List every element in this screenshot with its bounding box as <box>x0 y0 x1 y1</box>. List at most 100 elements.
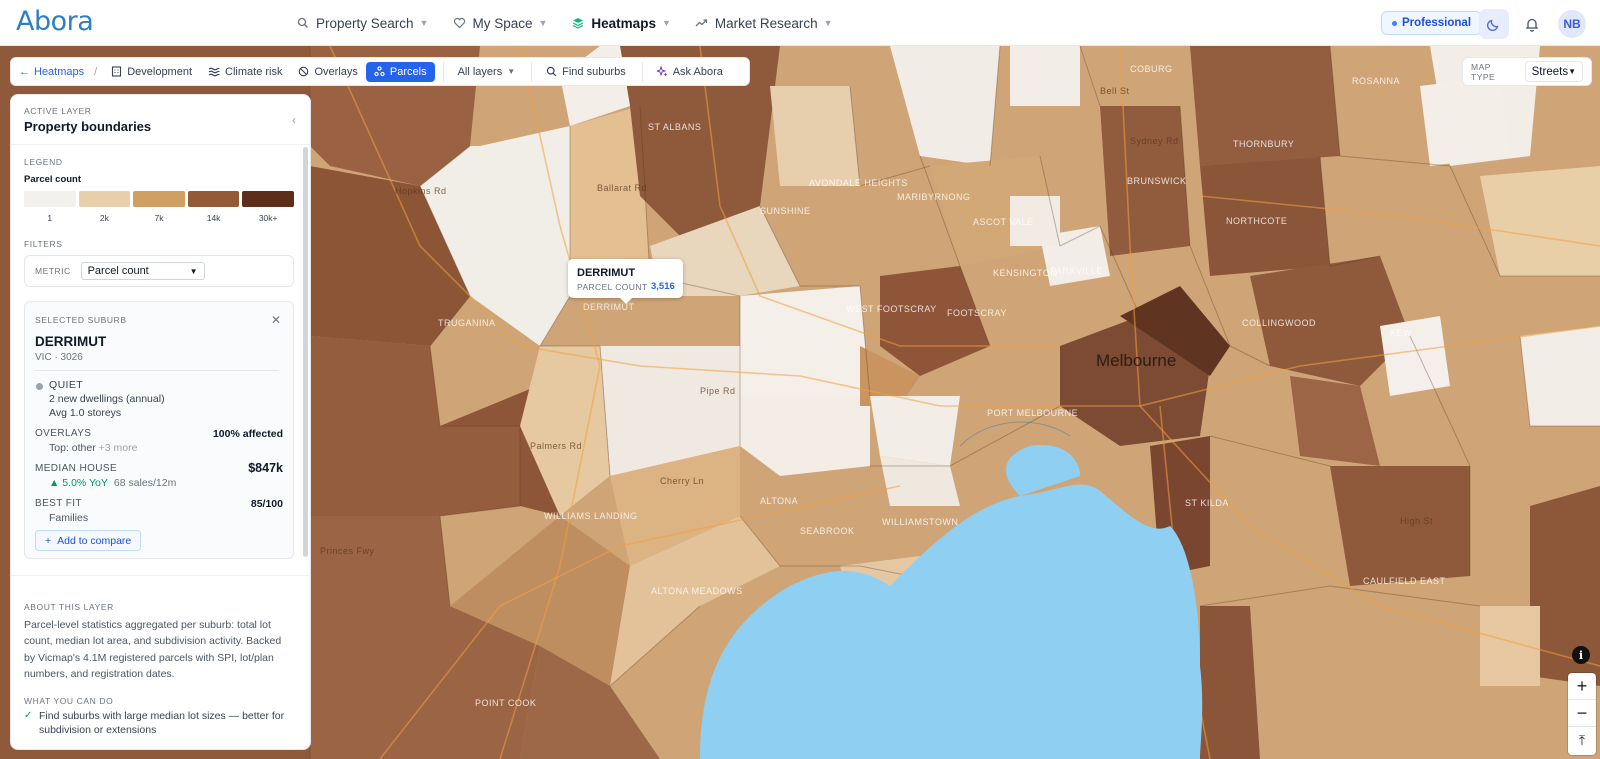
place-label: KEW <box>1390 328 1413 338</box>
place-label: PORT MELBOURNE <box>987 408 1079 418</box>
legend-swatch <box>242 191 294 207</box>
chevron-down-icon: ▼ <box>189 266 198 276</box>
nav-heatmaps[interactable]: Heatmaps ▼ <box>571 15 671 31</box>
best-fit-audience: Families <box>49 512 89 524</box>
panel-header: ACTIVE LAYER Property boundaries ‹ <box>11 95 310 145</box>
metric-select[interactable]: Parcel count ▼ <box>80 262 205 280</box>
panel-scrollbar[interactable] <box>303 147 308 557</box>
back-to-heatmaps-link[interactable]: ← Heatmaps <box>19 66 84 78</box>
all-layers-dropdown[interactable]: All layers ▼ <box>458 62 516 82</box>
selected-suburb-card: SELECTED SUBURB ✕ DERRIMUT VIC · 3026 QU… <box>24 301 294 559</box>
plan-badge[interactable]: Professional <box>1381 11 1483 35</box>
road-label: Bell St <box>1100 86 1130 96</box>
place-label: ALTONA MEADOWS <box>651 586 743 596</box>
chevron-down-icon: ▼ <box>661 18 671 28</box>
can-do-item: ✓ Find suburbs with large median lot siz… <box>24 709 299 737</box>
layer-tab-overlays[interactable]: Overlays <box>298 62 358 82</box>
suburb-name: DERRIMUT <box>35 334 107 349</box>
about-layer-label: ABOUT THIS LAYER <box>24 602 114 612</box>
zoom-out-button[interactable]: − <box>1568 700 1596 727</box>
dwellings-stat: 2 new dwellings (annual) <box>49 393 165 405</box>
nav-market-research[interactable]: Market Research ▼ <box>695 16 833 31</box>
compass-reset-button[interactable]: ⤒ <box>1568 727 1596 754</box>
map-type-label: MAP TYPE <box>1471 61 1496 82</box>
yoy-change: ▲ 5.0% YoY <box>49 477 108 489</box>
legend-tick: 7k <box>154 213 164 223</box>
overlays-value: 100% affected <box>212 428 283 440</box>
plus-icon: + <box>45 534 52 547</box>
tab-label: Parcels <box>389 65 427 78</box>
chevron-down-icon: ▼ <box>419 18 429 28</box>
place-label: ASCOT VALE <box>973 217 1034 227</box>
chevron-down-icon: ▼ <box>1568 67 1576 76</box>
overlays-label: OVERLAYS <box>35 428 92 439</box>
add-to-compare-button[interactable]: + Add to compare <box>35 530 142 551</box>
attribution-info-icon[interactable]: i <box>1572 646 1590 664</box>
sparkle-icon <box>656 66 668 77</box>
search-icon <box>546 66 557 77</box>
best-fit-label: BEST FIT <box>35 498 82 509</box>
nav-label: Heatmaps <box>591 15 656 31</box>
metric-label: METRIC <box>35 266 71 276</box>
chevron-down-icon: ▼ <box>823 18 833 28</box>
active-layer-label: ACTIVE LAYER <box>24 106 92 116</box>
zoom-in-button[interactable]: + <box>1568 673 1596 700</box>
toolbar-divider <box>641 61 643 82</box>
layer-tab-parcels[interactable]: Parcels <box>365 61 435 82</box>
overlays-top: Top: other +3 more <box>49 442 137 454</box>
overlays-more-link[interactable]: +3 more <box>99 442 138 454</box>
nav-label: Market Research <box>714 15 818 31</box>
badge-dot-icon <box>1392 20 1397 26</box>
legend-swatch <box>133 191 185 207</box>
zoom-controls: + − ⤒ <box>1568 673 1596 755</box>
close-icon[interactable]: ✕ <box>271 313 281 327</box>
layer-toolbar: ← Heatmaps / Development Climate risk Ov… <box>10 57 750 86</box>
place-label: SUNSHINE <box>760 206 811 216</box>
app-logo[interactable]: Abora <box>16 6 94 37</box>
parcels-icon <box>374 66 385 77</box>
section-divider <box>11 575 310 576</box>
place-label: CAULFIELD EAST <box>1363 576 1446 586</box>
road-label: High St <box>1400 516 1434 526</box>
nav-label: My Space <box>472 15 533 31</box>
road-label: Palmers Rd <box>530 441 583 451</box>
all-layers-label: All layers <box>457 65 503 78</box>
heart-icon <box>452 16 466 30</box>
about-layer-text: Parcel-level statistics aggregated per s… <box>24 619 282 680</box>
map-type-control: MAP TYPE Streets ▼ <box>1462 57 1592 86</box>
layer-details-panel: ACTIVE LAYER Property boundaries ‹ LEGEN… <box>10 94 311 750</box>
toolbar-divider <box>531 61 533 82</box>
place-label: MARIBYRNONG <box>897 192 971 202</box>
suburb-tooltip: DERRIMUT PARCEL COUNT 3,516 <box>568 259 683 304</box>
ask-abora-button[interactable]: Ask Abora <box>656 62 723 82</box>
map-type-select[interactable]: Streets ▼ <box>1524 61 1583 82</box>
place-label: POINT COOK <box>475 698 537 708</box>
suburb-meta: VIC · 3026 <box>35 352 83 363</box>
ask-abora-label: Ask Abora <box>672 65 723 78</box>
road-label: Cherry Ln <box>660 476 705 486</box>
user-avatar[interactable]: NB <box>1558 10 1586 38</box>
legend-tick: 14k <box>206 213 221 223</box>
legend-title: Parcel count <box>24 174 82 185</box>
place-label: ALTONA <box>760 496 799 506</box>
storeys-stat: Avg 1.0 storeys <box>49 407 122 419</box>
road-label: Sydney Rd <box>1130 136 1179 146</box>
median-house-value: $847k <box>248 461 283 475</box>
collapse-panel-icon[interactable]: ‹ <box>292 113 296 127</box>
nav-property-search[interactable]: Property Search ▼ <box>296 16 428 31</box>
nav-my-space[interactable]: My Space ▼ <box>452 16 547 31</box>
chevron-down-icon: ▼ <box>538 18 548 28</box>
legend-swatch <box>24 191 76 207</box>
place-label: TRUGANINA <box>438 318 496 328</box>
tab-label: Overlays <box>314 65 358 78</box>
layer-tab-development[interactable]: Development <box>111 62 192 82</box>
theme-toggle-button[interactable] <box>1479 9 1509 39</box>
active-layer-title: Property boundaries <box>24 119 152 134</box>
check-icon: ✓ <box>24 710 33 721</box>
place-label: FOOTSCRAY <box>947 308 1007 318</box>
find-suburbs-button[interactable]: Find suburbs <box>546 62 626 82</box>
layer-tab-climate-risk[interactable]: Climate risk <box>208 62 282 82</box>
notifications-button[interactable] <box>1520 12 1544 36</box>
card-divider <box>35 370 279 371</box>
place-label: WILLIAMS LANDING <box>544 511 638 521</box>
